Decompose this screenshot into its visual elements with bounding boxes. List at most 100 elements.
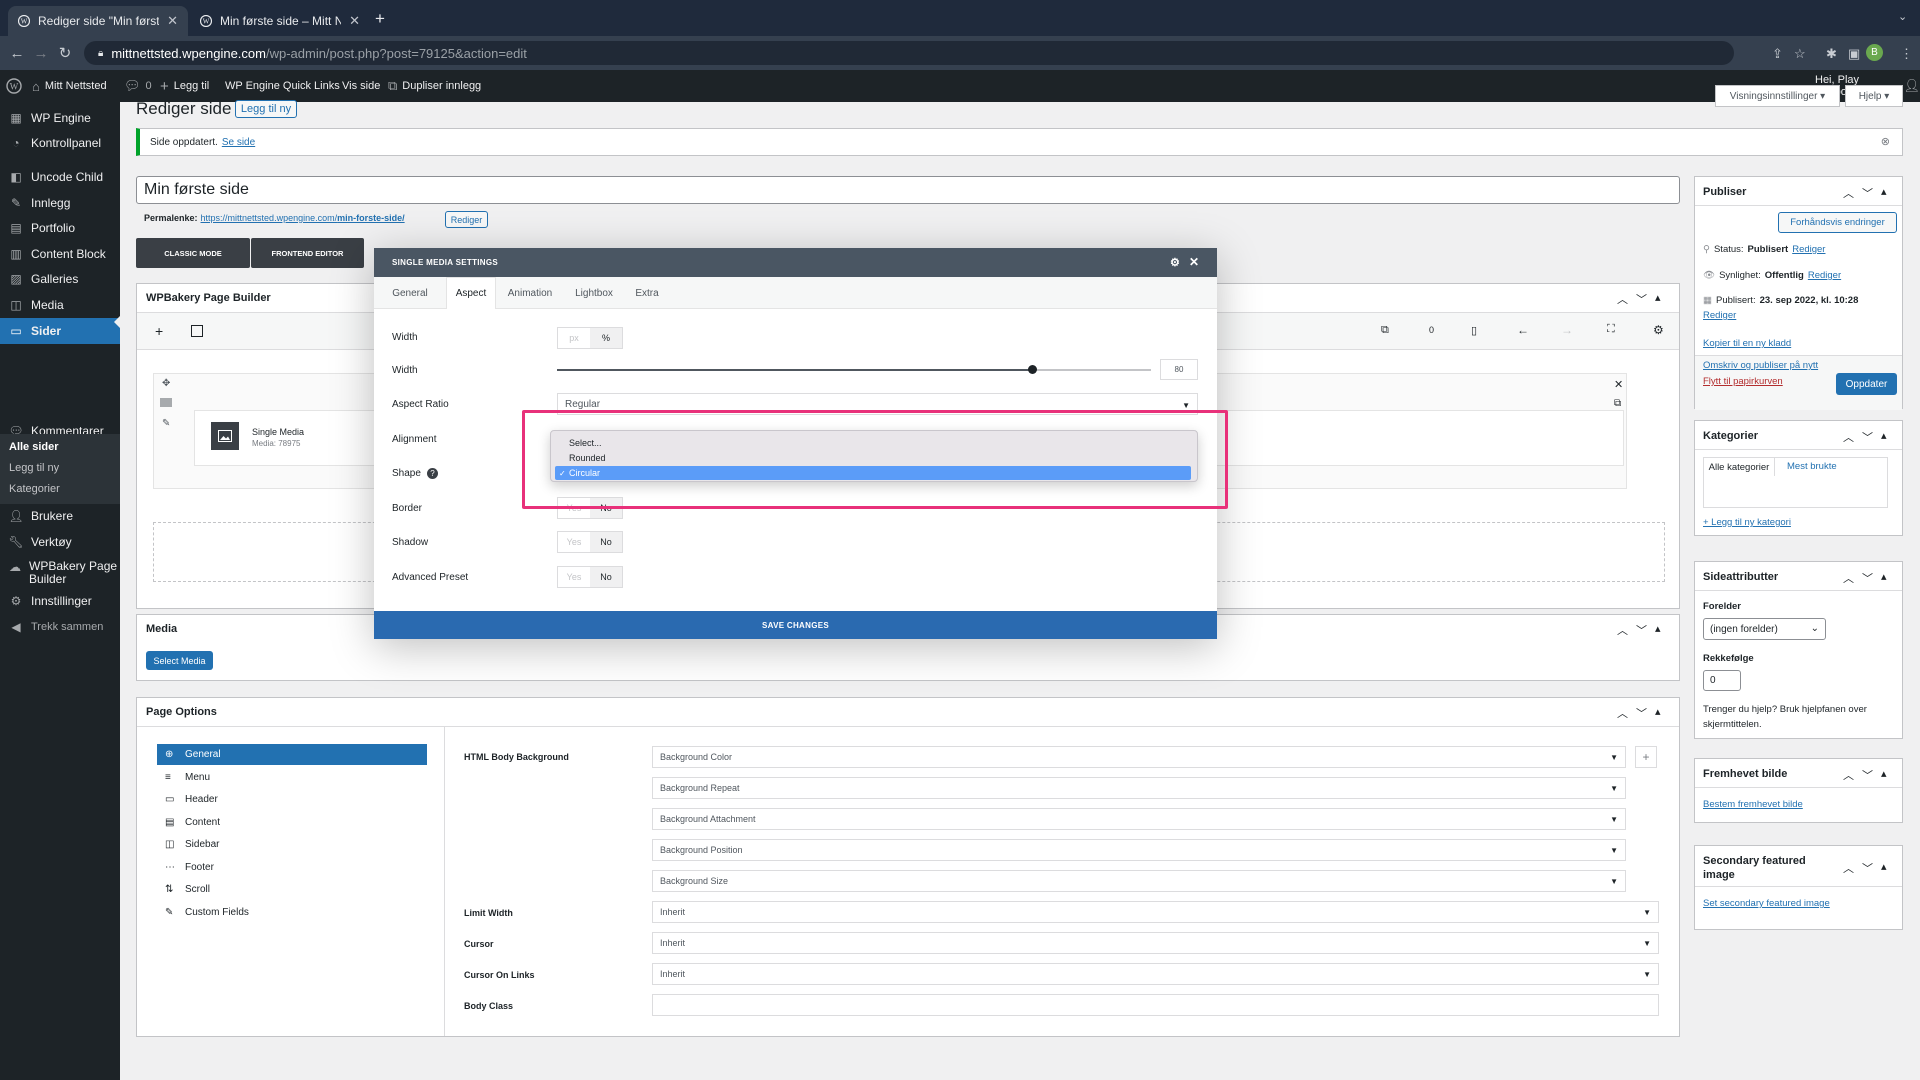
toggle-panel-icon[interactable]: ▴ <box>1881 570 1887 586</box>
new-tab-button[interactable]: + <box>375 9 385 29</box>
move-down-icon[interactable]: ﹀ <box>1636 291 1647 307</box>
width-unit-toggle[interactable]: px % <box>557 327 623 349</box>
sidebar-item-kontrollpanel[interactable]: ◔ Kontrollpanel <box>0 130 120 156</box>
clone-row-icon[interactable]: ⧉ <box>1614 398 1621 409</box>
edit-permalink-button[interactable]: Rediger <box>445 211 488 228</box>
toggle-panel-icon[interactable]: ▴ <box>1881 185 1887 201</box>
yes-option[interactable]: Yes <box>558 567 590 587</box>
set-secondary-featured-link[interactable]: Set secondary featured image <box>1703 898 1830 909</box>
cursor-on-links-select[interactable]: Inherit ▼ <box>652 963 1659 985</box>
background-position-select[interactable]: Background Position ▼ <box>652 839 1626 861</box>
rewrite-link[interactable]: Omskriv og publiser på nytt <box>1703 360 1818 371</box>
edit-status-link[interactable]: Rediger <box>1792 244 1825 255</box>
copy-icon[interactable]: ⧉ <box>1381 324 1389 337</box>
help-icon[interactable]: ? <box>426 468 438 479</box>
update-button[interactable]: Oppdater <box>1836 373 1897 395</box>
unit-px[interactable]: px <box>558 328 590 348</box>
page-options-nav-header[interactable]: ▭ Header <box>157 789 427 810</box>
browser-menu-icon[interactable]: ⋮ <box>1900 46 1913 62</box>
tab-all-categories[interactable]: Alle kategorier <box>1703 457 1775 476</box>
undo-icon[interactable]: ← <box>1517 323 1529 337</box>
add-category-link[interactable]: + Legg til ny kategori <box>1703 517 1791 528</box>
share-icon[interactable]: ⇪ <box>1772 46 1783 62</box>
classic-mode-button[interactable]: CLASSIC MODE <box>136 238 250 268</box>
page-options-nav-scroll[interactable]: ⇅ Scroll <box>157 879 427 900</box>
close-icon[interactable]: ✕ <box>1189 255 1199 269</box>
trash-link[interactable]: Flytt til papirkurven <box>1703 376 1783 387</box>
preview-changes-button[interactable]: Forhåndsvis endringer <box>1778 212 1897 233</box>
move-up-icon[interactable]: ︿ <box>1843 767 1854 783</box>
delete-row-icon[interactable]: ✕ <box>1614 378 1623 391</box>
move-up-icon[interactable]: ︿ <box>1843 429 1854 445</box>
submenu-categories[interactable]: Kategorier <box>9 483 60 495</box>
toggle-panel-icon[interactable]: ▴ <box>1881 767 1887 783</box>
body-class-input[interactable] <box>652 994 1659 1016</box>
toggle-panel-icon[interactable]: ▴ <box>1881 429 1887 445</box>
copy-draft-link[interactable]: Kopier til en ny kladd <box>1703 338 1791 349</box>
redo-icon[interactable]: → <box>1561 323 1573 337</box>
close-tab-icon[interactable]: ✕ <box>167 13 178 29</box>
view-page-link[interactable]: Vis side <box>342 70 380 102</box>
toggle-panel-icon[interactable]: ▴ <box>1655 291 1661 307</box>
profile-avatar[interactable]: B <box>1866 44 1883 61</box>
move-up-icon[interactable]: ︿ <box>1843 860 1854 876</box>
add-color-button[interactable]: + <box>1635 746 1657 768</box>
sidebar-item-innlegg[interactable]: ✎ Innlegg <box>0 190 120 216</box>
tab-general[interactable]: General <box>374 277 446 309</box>
background-attachment-select[interactable]: Background Attachment ▼ <box>652 808 1626 830</box>
set-featured-image-link[interactable]: Bestem fremhevet bilde <box>1703 799 1803 810</box>
no-option[interactable]: No <box>590 532 622 552</box>
site-name-link[interactable]: ⌂ Mitt Nettsted <box>32 70 107 102</box>
background-repeat-select[interactable]: Background Repeat ▼ <box>652 777 1626 799</box>
limit-width-select[interactable]: Inherit ▼ <box>652 901 1659 923</box>
sidebar-item-wp-engine[interactable]: ▦ WP Engine <box>0 105 120 131</box>
order-input[interactable]: 0 <box>1703 670 1741 691</box>
sidebar-item-galleries[interactable]: ▨ Galleries <box>0 266 120 292</box>
page-options-nav-sidebar[interactable]: ◫ Sidebar <box>157 834 427 855</box>
tab-most-used[interactable]: Mest brukte <box>1787 461 1837 472</box>
sidebar-item-portfolio[interactable]: ▤ Portfolio <box>0 215 120 241</box>
help-button[interactable]: Hjelp ▾ <box>1845 85 1903 107</box>
url-field[interactable]: 🔒︎ mittnettsted.wpengine.com/wp-admin/po… <box>84 41 1734 65</box>
bookmark-star-icon[interactable]: ☆ <box>1794 46 1806 62</box>
gear-icon[interactable]: ⚙ <box>1170 256 1180 269</box>
submenu-add-new[interactable]: Legg til ny <box>9 462 59 474</box>
sidebar-item-uncode-child[interactable]: ◧ Uncode Child <box>0 164 120 190</box>
browser-tab-active[interactable]: W Rediger side "Min første side" ✕ <box>8 6 188 36</box>
save-changes-button[interactable]: SAVE CHANGES <box>374 611 1217 639</box>
close-tab-icon[interactable]: ✕ <box>349 13 360 29</box>
page-options-nav-general[interactable]: ⊕ General <box>157 744 427 765</box>
toggle-panel-icon[interactable]: ▴ <box>1655 622 1661 638</box>
new-content-link[interactable]: + Legg til <box>160 70 209 102</box>
sidebar-item-brukere[interactable]: 👤︎ Brukere <box>0 503 120 529</box>
move-down-icon[interactable]: ﹀ <box>1636 705 1647 721</box>
page-options-nav-content[interactable]: ▤ Content <box>157 812 427 833</box>
frontend-editor-button[interactable]: FRONTEND EDITOR <box>251 238 364 268</box>
wpengine-quick-links[interactable]: WP Engine Quick Links <box>225 70 340 102</box>
move-down-icon[interactable]: ﹀ <box>1862 185 1873 201</box>
tab-animation[interactable]: Animation <box>496 277 564 309</box>
no-option[interactable]: No <box>590 567 622 587</box>
clipboard-icon[interactable]: ▯ <box>1471 324 1477 337</box>
submenu-all-pages[interactable]: Alle sider <box>9 441 59 453</box>
tab-extra[interactable]: Extra <box>624 277 670 309</box>
screen-options-button[interactable]: Visningsinnstillinger ▾ <box>1715 85 1840 107</box>
move-up-icon[interactable]: ︿ <box>1843 570 1854 586</box>
advanced-preset-toggle[interactable]: Yes No <box>557 566 623 588</box>
extensions-puzzle-icon[interactable]: ✱ <box>1826 46 1837 62</box>
back-arrow-icon[interactable]: ← <box>6 42 28 64</box>
wordpress-logo-icon[interactable]: W <box>6 70 22 102</box>
sidebar-item-trekk-sammen[interactable]: ◀ Trekk sammen <box>0 614 120 640</box>
templates-icon[interactable] <box>191 325 203 337</box>
drag-row-icon[interactable]: ✥ <box>162 378 170 389</box>
select-media-button[interactable]: Select Media <box>146 651 213 670</box>
width-value-input[interactable]: 80 <box>1160 359 1198 380</box>
add-new-button[interactable]: Legg til ny <box>235 100 297 118</box>
page-options-nav-custom-fields[interactable]: ✎ Custom Fields <box>157 902 427 923</box>
page-options-nav-footer[interactable]: ⋯ Footer <box>157 857 427 878</box>
move-up-icon[interactable]: ︿ <box>1617 622 1628 638</box>
move-down-icon[interactable]: ﹀ <box>1636 622 1647 638</box>
sidebar-item-sider[interactable]: ▭ Sider <box>0 318 120 344</box>
sidebar-item-content-block[interactable]: ▥ Content Block <box>0 241 120 267</box>
sidebar-item-media[interactable]: ◫ Media <box>0 292 120 318</box>
